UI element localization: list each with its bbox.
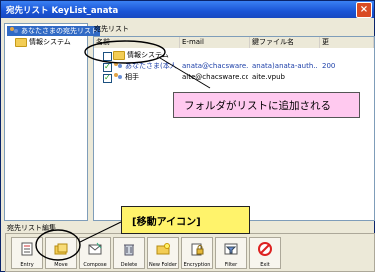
callout-text: フォルダがリストに追加される [184,100,331,112]
annotation-text: [移動アイコン] [132,217,201,228]
callout-pointer [159,57,211,89]
annotation-pointer [79,221,122,243]
move-tool-highlight [35,229,81,261]
folder-row-highlight [84,40,166,64]
callout-box: フォルダがリストに追加される [173,92,360,118]
move-icon-annotation: [移動アイコン] [121,206,250,234]
